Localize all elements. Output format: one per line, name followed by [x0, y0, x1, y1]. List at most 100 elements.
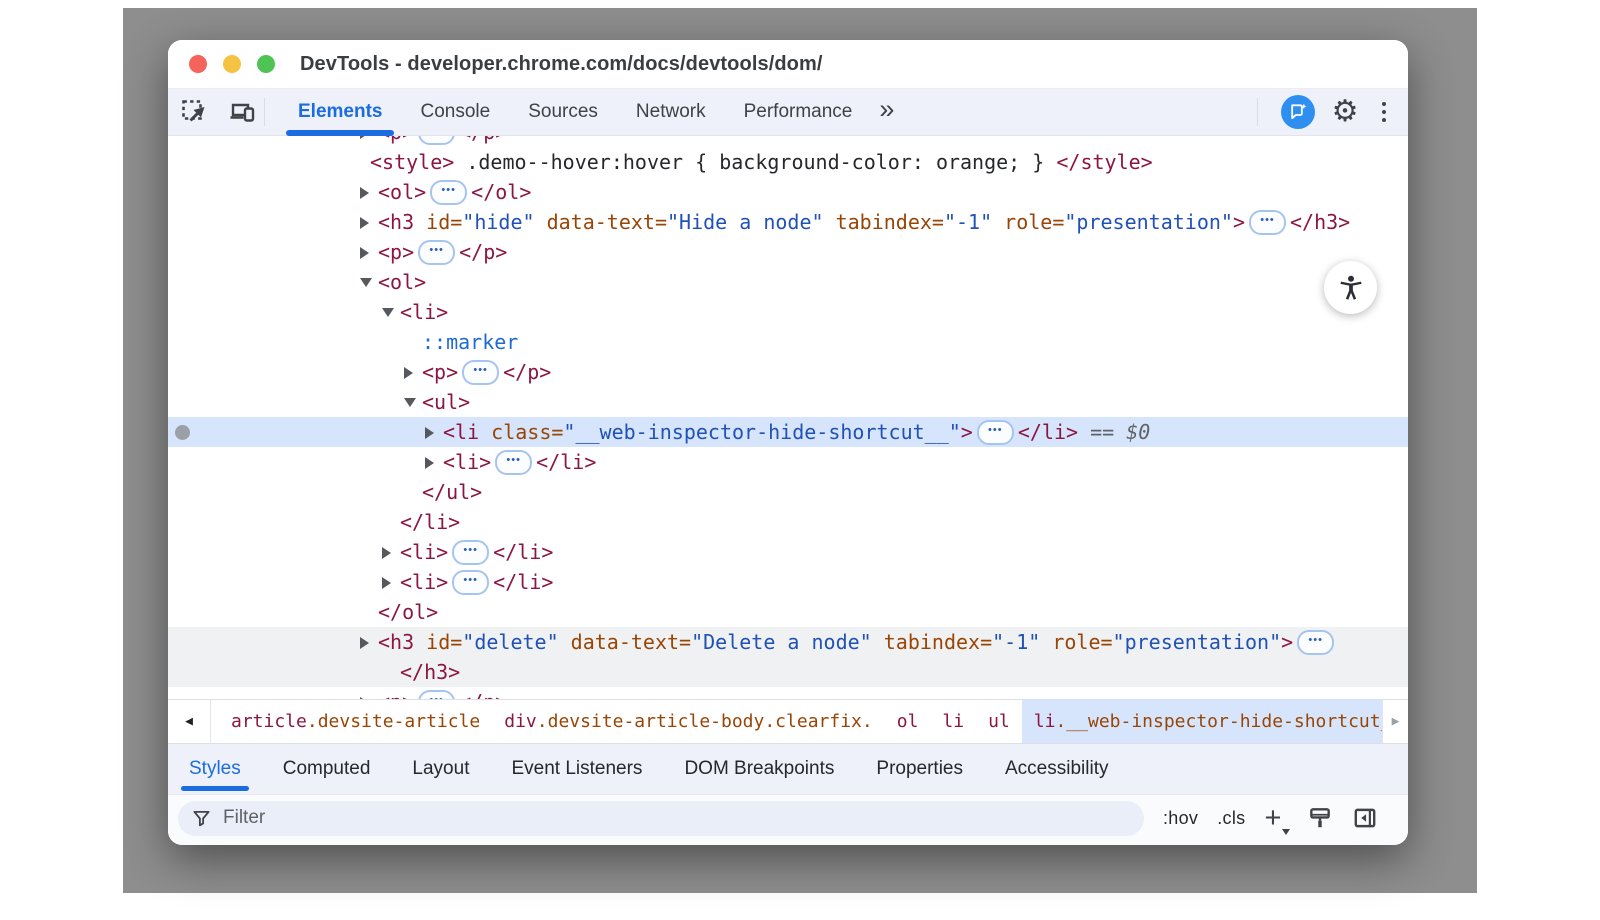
breadcrumb-cls: .devsite-article-body.clearfix. — [537, 711, 873, 732]
code-token-tag: <style> — [370, 150, 454, 174]
disclosure-arrow-icon[interactable] — [382, 567, 400, 597]
disclosure-arrow-icon[interactable] — [360, 687, 378, 699]
ellipsis-expand-button[interactable]: ••• — [418, 240, 455, 265]
sidebar-tab-event-listeners[interactable]: Event Listeners — [490, 744, 663, 794]
disclosure-arrow-icon[interactable] — [382, 297, 400, 327]
dom-tree-row[interactable]: <style> .demo--hover:hover { background-… — [168, 147, 1408, 177]
disclosure-arrow-icon[interactable] — [360, 177, 378, 207]
code-token-tag: </style> — [1056, 150, 1152, 174]
tab-network[interactable]: Network — [617, 89, 725, 135]
dom-tree-row[interactable]: <li>•••</li> — [168, 537, 1408, 567]
dom-tree-row-selected[interactable]: <li class="__web-inspector-hide-shortcut… — [168, 417, 1408, 447]
device-toolbar-icon[interactable] — [226, 96, 258, 128]
dom-tree-row[interactable]: <li>•••</li> — [168, 567, 1408, 597]
element-classes-button[interactable]: .cls — [1217, 808, 1245, 829]
ellipsis-expand-button[interactable]: ••• — [1297, 630, 1334, 655]
ellipsis-expand-button[interactable]: ••• — [452, 540, 489, 565]
minimize-window-button[interactable] — [223, 55, 241, 73]
sidebar-tab-computed[interactable]: Computed — [262, 744, 392, 794]
dom-tree-row[interactable]: </ol> — [168, 597, 1408, 627]
more-tabs-button[interactable]: » — [871, 94, 902, 125]
breadcrumb-item[interactable]: ul — [976, 700, 1022, 743]
tab-console[interactable]: Console — [401, 89, 509, 135]
tab-performance[interactable]: Performance — [725, 89, 872, 135]
ellipsis-expand-button[interactable]: ••• — [1249, 210, 1286, 235]
sidebar-tab-styles[interactable]: Styles — [168, 744, 262, 794]
ellipsis-expand-button[interactable]: ••• — [495, 450, 532, 475]
disclosure-arrow-icon[interactable] — [360, 627, 378, 657]
devtools-toolbar: ElementsConsoleSourcesNetworkPerformance… — [168, 89, 1408, 136]
disclosure-arrow-icon[interactable] — [360, 267, 378, 297]
tab-elements[interactable]: Elements — [279, 89, 401, 135]
dom-tree-row[interactable]: <ol> — [168, 267, 1408, 297]
toolbar-divider-right — [1257, 98, 1258, 126]
close-window-button[interactable] — [189, 55, 207, 73]
code-token-tag: </li> — [400, 510, 460, 534]
ellipsis-expand-button[interactable]: ••• — [418, 690, 455, 700]
disclosure-arrow-icon[interactable] — [382, 537, 400, 567]
sidebar-tab-properties[interactable]: Properties — [855, 744, 984, 794]
dom-tree-row[interactable]: <li> — [168, 297, 1408, 327]
sidebar-tab-accessibility[interactable]: Accessibility — [984, 744, 1129, 794]
ai-assistance-icon[interactable] — [1281, 95, 1315, 129]
dom-tree-row[interactable]: <ul> — [168, 387, 1408, 417]
ellipsis-expand-button[interactable]: ••• — [452, 570, 489, 595]
dom-tree-row[interactable]: ::marker — [168, 327, 1408, 357]
disclosure-arrow-icon[interactable] — [425, 417, 443, 447]
breadcrumb-cls: .__web-inspector-hide-shortcut__ — [1055, 711, 1382, 732]
disclosure-arrow-icon[interactable] — [404, 357, 422, 387]
dom-tree-row[interactable]: <p>•••</p> — [168, 136, 1408, 147]
filter-field[interactable] — [178, 801, 1144, 836]
breadcrumb-scroll-right-icon[interactable]: ▶ — [1382, 700, 1408, 743]
disclosure-arrow-icon[interactable] — [360, 237, 378, 267]
ellipsis-expand-button[interactable]: ••• — [462, 360, 499, 385]
tab-sources[interactable]: Sources — [509, 89, 617, 135]
disclosure-arrow-icon[interactable] — [360, 136, 378, 147]
breadcrumb-item[interactable]: div.devsite-article-body.clearfix. — [492, 700, 884, 743]
sidebar-tab-layout[interactable]: Layout — [391, 744, 490, 794]
ellipsis-expand-button[interactable]: ••• — [430, 180, 467, 205]
breadcrumb-tag: article — [231, 711, 307, 732]
settings-gear-icon[interactable]: ⚙ — [1332, 97, 1359, 127]
ellipsis-expand-button[interactable]: ••• — [418, 136, 455, 145]
breadcrumb-scroll-left-icon[interactable]: ◀ — [168, 700, 211, 743]
zoom-window-button[interactable] — [257, 55, 275, 73]
toggle-element-state-button[interactable]: :hov — [1163, 808, 1198, 829]
dom-tree-row[interactable]: <p>•••</p> — [168, 357, 1408, 387]
accessibility-widget-icon[interactable] — [1324, 261, 1377, 314]
breadcrumb-item[interactable]: ol — [885, 700, 931, 743]
dom-tree-row[interactable]: </li> — [168, 507, 1408, 537]
breakpoint-dot — [175, 425, 190, 440]
inspect-element-icon[interactable] — [178, 96, 210, 128]
dom-tree-row[interactable]: </ul> — [168, 477, 1408, 507]
dom-tree-row[interactable]: <p> ••• </p> — [168, 687, 1408, 699]
dom-tree-row[interactable]: <h3 id="delete" data-text="Delete a node… — [168, 627, 1408, 657]
dom-tree: <p> ••• </p> <style> .demo--hover:hover { b… — [168, 136, 1408, 699]
code-token-val: "presentation" — [1113, 630, 1282, 654]
code-token-val: "__web-inspector-hide-shortcut__" — [563, 420, 960, 444]
rendering-emulations-brush-icon[interactable] — [1307, 805, 1333, 831]
dom-tree-row[interactable]: <li>•••</li> — [168, 447, 1408, 477]
ellipsis-expand-button[interactable]: ••• — [977, 420, 1014, 445]
sidebar-tab-dom-breakpoints[interactable]: DOM Breakpoints — [663, 744, 855, 794]
filter-input[interactable] — [221, 806, 1138, 830]
dom-tree-row[interactable]: </h3> — [168, 657, 1408, 687]
code-token-tag: <p> — [378, 690, 414, 699]
disclosure-arrow-icon[interactable] — [360, 207, 378, 237]
breadcrumb-item[interactable]: article.devsite-article — [219, 700, 492, 743]
code-token-tag: </p> — [459, 690, 507, 699]
code-token-pseudo: ::marker — [422, 330, 518, 354]
code-token-tag: > — [1233, 210, 1245, 234]
disclosure-arrow-icon[interactable] — [404, 387, 422, 417]
code-token-eq: == — [1078, 420, 1126, 444]
breadcrumb-item-selected[interactable]: li.__web-inspector-hide-shortcut__ — [1022, 700, 1382, 743]
dom-tree-row[interactable]: <h3 id="hide" data-text="Hide a node" ta… — [168, 207, 1408, 237]
dom-tree-row[interactable]: <ol>•••</ol> — [168, 177, 1408, 207]
new-style-rule-button[interactable]: + — [1264, 804, 1288, 833]
code-token-tag: <li — [443, 420, 479, 444]
dom-tree-row[interactable]: <p>•••</p> — [168, 237, 1408, 267]
toggle-sidebar-icon[interactable] — [1352, 805, 1378, 831]
breadcrumb-item[interactable]: li — [930, 700, 976, 743]
kebab-menu-icon[interactable] — [1376, 98, 1393, 127]
disclosure-arrow-icon[interactable] — [425, 447, 443, 477]
